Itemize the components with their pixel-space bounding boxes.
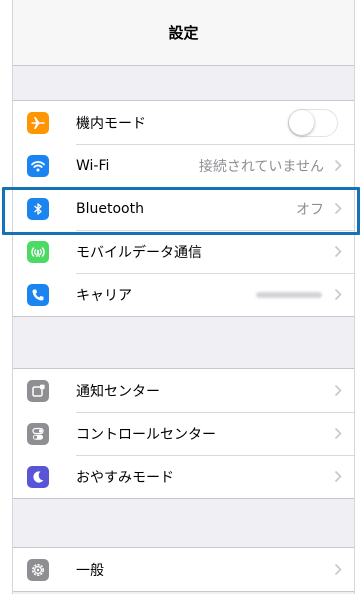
chevron-right-icon: [334, 288, 342, 301]
chevron-right-icon: [334, 159, 342, 172]
bluetooth-icon: [27, 197, 49, 220]
navigation-bar: 設定: [13, 0, 354, 66]
airplane-mode-toggle[interactable]: [288, 108, 338, 137]
settings-row-control-center[interactable]: コントロールセンター: [13, 412, 354, 455]
section-spacer: [13, 66, 354, 100]
section-spacer: [13, 499, 354, 547]
settings-row-label: 通知センター: [76, 383, 160, 400]
page-title: 設定: [168, 24, 199, 42]
chevron-right-icon: [334, 470, 342, 483]
control-center-icon: [27, 422, 49, 445]
settings-row-label: Wi-Fi: [76, 157, 110, 174]
chevron-right-icon: [334, 427, 342, 440]
settings-row-label: Bluetooth: [76, 200, 144, 217]
carrier-name-blurred: [256, 291, 322, 298]
settings-row-carrier[interactable]: キャリア: [13, 273, 354, 316]
section-spacer: [13, 317, 354, 368]
settings-row-label: キャリア: [76, 287, 132, 304]
moon-icon: [27, 465, 49, 488]
gear-icon: [27, 558, 49, 581]
notifications-icon: [27, 379, 49, 402]
chevron-right-icon: [334, 563, 342, 576]
settings-group-general: 一般: [13, 547, 354, 592]
settings-row-label: モバイルデータ通信: [76, 244, 202, 261]
wifi-icon: [27, 154, 49, 177]
chevron-right-icon: [334, 384, 342, 397]
settings-row-cellular[interactable]: モバイルデータ通信: [13, 230, 354, 273]
settings-row-notification-center[interactable]: 通知センター: [13, 369, 354, 412]
settings-row-bluetooth[interactable]: Bluetooth オフ: [13, 187, 354, 230]
settings-row-label: 機内モード: [76, 115, 146, 132]
settings-row-label: おやすみモード: [76, 469, 174, 486]
settings-row-airplane-mode: 機内モード: [13, 101, 354, 144]
settings-screen: 設定 機内モード Wi-Fi 接続されていません Bluetooth オフ モバ…: [12, 0, 355, 594]
settings-group-connectivity: 機内モード Wi-Fi 接続されていません Bluetooth オフ モバイルデ…: [13, 100, 354, 317]
cellular-icon: [27, 240, 49, 263]
toggle-knob: [289, 109, 314, 135]
settings-row-label: 一般: [76, 562, 104, 579]
bluetooth-status-value: オフ: [296, 201, 324, 218]
phone-icon: [27, 283, 49, 306]
airplane-icon: [27, 111, 49, 134]
settings-row-do-not-disturb[interactable]: おやすみモード: [13, 455, 354, 498]
settings-group-system: 通知センター コントロールセンター おやすみモード: [13, 368, 354, 499]
settings-row-wifi[interactable]: Wi-Fi 接続されていません: [13, 144, 354, 187]
settings-row-general[interactable]: 一般: [13, 548, 354, 591]
chevron-right-icon: [334, 245, 342, 258]
wifi-status-value: 接続されていません: [198, 158, 324, 175]
settings-row-label: コントロールセンター: [76, 426, 216, 443]
chevron-right-icon: [334, 202, 342, 215]
